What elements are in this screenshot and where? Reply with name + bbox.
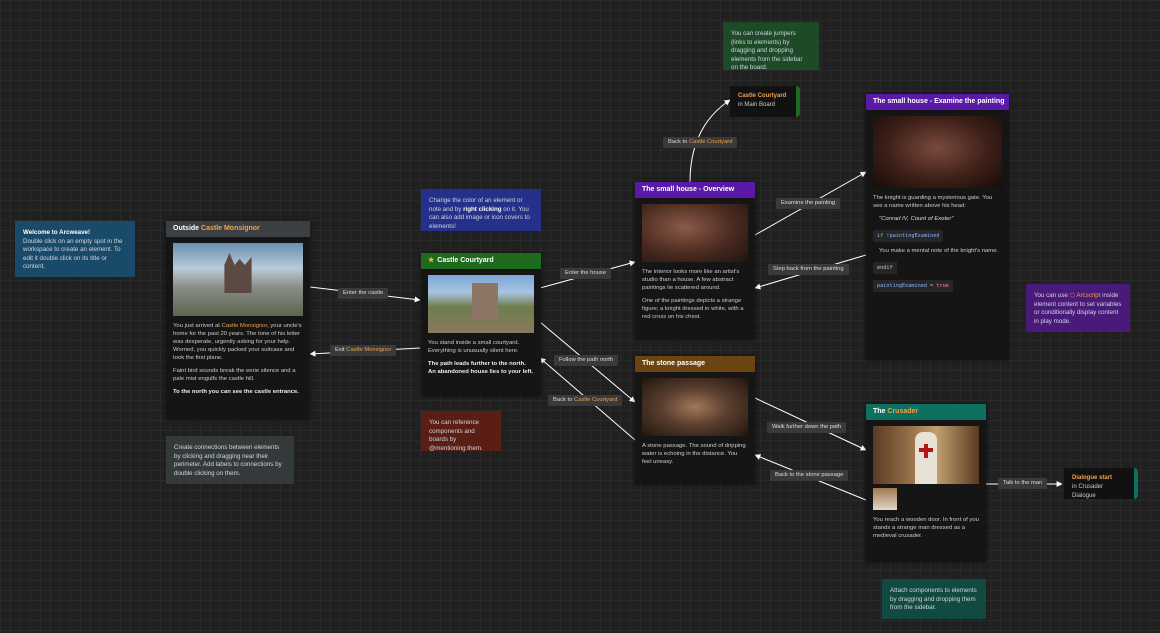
element-small-house-overview[interactable]: The small house - Overview The interior … (635, 182, 755, 340)
element-stone-passage[interactable]: The stone passage A stone passage. The s… (635, 356, 755, 484)
element-crusader[interactable]: The Crusader You reach a wooden door. In… (866, 404, 986, 562)
note-connections[interactable]: Create connections between elements by c… (166, 436, 294, 484)
label-exit-castle[interactable]: Exit Castle Monsignor (330, 345, 397, 356)
element-castle-courtyard[interactable]: ★ Castle Courtyard You stand inside a sma… (421, 253, 541, 396)
stone-passage-image (642, 378, 748, 436)
arcscript-assign: paintingExamined = true (873, 280, 953, 292)
crusader-image (873, 426, 979, 484)
element-outside-castle[interactable]: Outside Castle Monsignor You just arrive… (166, 221, 310, 420)
note-mention[interactable]: You can reference components and boards … (421, 411, 501, 452)
jumper-dialogue-start[interactable]: Dialogue start in Crusader Dialogue (1064, 468, 1138, 499)
element-examine-painting[interactable]: The small house - Examine the painting T… (866, 94, 1009, 360)
label-enter-castle[interactable]: Enter the castle (338, 288, 389, 299)
note-welcome[interactable]: Welcome to Arcweave! Double click on an … (15, 221, 135, 277)
element-title[interactable]: The stone passage (635, 356, 755, 372)
label-step-back[interactable]: Step back from the painting (768, 264, 849, 275)
star-icon: ★ (428, 257, 435, 264)
component-avatar[interactable] (873, 488, 897, 510)
courtyard-cover-image (428, 275, 534, 333)
jumper-castle-courtyard[interactable]: Castle Courtyard in Main Board (730, 86, 800, 117)
element-title[interactable]: ★ Castle Courtyard (421, 253, 541, 269)
castle-cover-image (173, 243, 303, 316)
painting-room-image (873, 116, 1002, 188)
label-enter-house[interactable]: Enter the house (560, 268, 611, 279)
element-title[interactable]: The Crusader (866, 404, 986, 420)
note-arcscript[interactable]: You can use ⬡ Arcscript inside element c… (1026, 284, 1130, 332)
label-talk-to-man[interactable]: Talk to the man (998, 478, 1048, 489)
note-color[interactable]: Change the color of an element or note a… (421, 189, 541, 231)
element-title[interactable]: The small house - Overview (635, 182, 755, 198)
label-examine-painting[interactable]: Examine the painting (776, 198, 841, 209)
label-back-passage[interactable]: Back to the stone passage (770, 470, 849, 481)
element-title[interactable]: Outside Castle Monsignor (166, 221, 310, 237)
arcscript-endif: endif (873, 262, 897, 274)
house-interior-image (642, 204, 748, 262)
label-follow-path[interactable]: Follow the path north (554, 355, 619, 366)
note-components[interactable]: Attach components to elements by draggin… (882, 579, 986, 619)
arcscript-if: if !paintingExamined (873, 230, 944, 242)
label-walk-further[interactable]: Walk further down the path (767, 422, 847, 433)
note-jumpers[interactable]: You can create jumpers (links to element… (723, 22, 819, 71)
element-title[interactable]: The small house - Examine the painting (866, 94, 1009, 110)
label-back-courtyard-2[interactable]: Back to Castle Courtyard (548, 395, 623, 406)
arcscript-icon: ⬡ (1069, 292, 1075, 299)
label-back-courtyard-1[interactable]: Back to Castle Courtyard (663, 137, 738, 148)
